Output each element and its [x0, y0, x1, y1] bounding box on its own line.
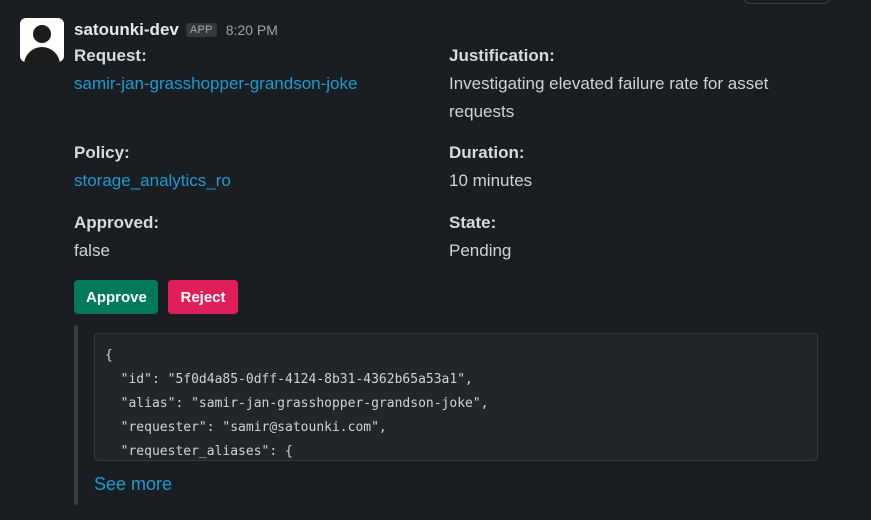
approve-button[interactable]: Approve	[74, 280, 158, 314]
field-value: Investigating elevated failure rate for …	[449, 74, 769, 121]
field-approved: Approved: false	[74, 209, 434, 265]
field-label: Approved:	[74, 213, 159, 232]
app-badge: APP	[185, 23, 217, 37]
field-value: false	[74, 241, 110, 260]
sender-name[interactable]: satounki-dev	[74, 20, 179, 40]
request-fields: Request: samir-jan-grasshopper-grandson-…	[74, 42, 834, 282]
field-duration: Duration: 10 minutes	[449, 139, 809, 195]
code-line: "requester_aliases": {	[105, 444, 293, 459]
field-justification: Justification: Investigating elevated fa…	[449, 42, 834, 126]
code-line: "requester": "samir@satounki.com",	[105, 420, 387, 435]
field-label: Request:	[74, 46, 147, 65]
user-silhouette-body	[24, 47, 60, 62]
field-request: Request: samir-jan-grasshopper-grandson-…	[74, 42, 434, 98]
field-label: Duration:	[449, 143, 525, 162]
field-policy: Policy: storage_analytics_ro	[74, 139, 434, 195]
attachment-bar	[74, 325, 78, 505]
field-label: State:	[449, 213, 497, 232]
see-more-link[interactable]: See more	[94, 474, 172, 495]
code-line: "id": "5f0d4a85-0dff-4124-8b31-4362b65a5…	[105, 372, 473, 387]
message-header: satounki-dev APP 8:20 PM	[74, 18, 834, 42]
reject-button[interactable]: Reject	[168, 280, 238, 314]
field-label: Justification:	[449, 46, 555, 65]
request-alias-link[interactable]: samir-jan-grasshopper-grandson-joke	[74, 70, 434, 98]
slack-message-view: satounki-dev APP 8:20 PM Request: samir-…	[0, 0, 871, 520]
avatar[interactable]	[20, 18, 64, 62]
field-label: Policy:	[74, 143, 130, 162]
message-actions-pill[interactable]	[742, 0, 832, 4]
message-content: satounki-dev APP 8:20 PM Request: samir-…	[74, 18, 834, 282]
code-block: { "id": "5f0d4a85-0dff-4124-8b31-4362b65…	[94, 333, 818, 461]
action-buttons: Approve Reject	[74, 280, 238, 314]
user-silhouette-icon	[33, 25, 51, 43]
field-state: State: Pending	[449, 209, 809, 265]
field-value: Pending	[449, 241, 512, 260]
field-value: 10 minutes	[449, 171, 533, 190]
policy-link[interactable]: storage_analytics_ro	[74, 167, 434, 195]
code-line: {	[105, 348, 113, 363]
code-line: "alias": "samir-jan-grasshopper-grandson…	[105, 396, 489, 411]
timestamp[interactable]: 8:20 PM	[226, 22, 278, 38]
